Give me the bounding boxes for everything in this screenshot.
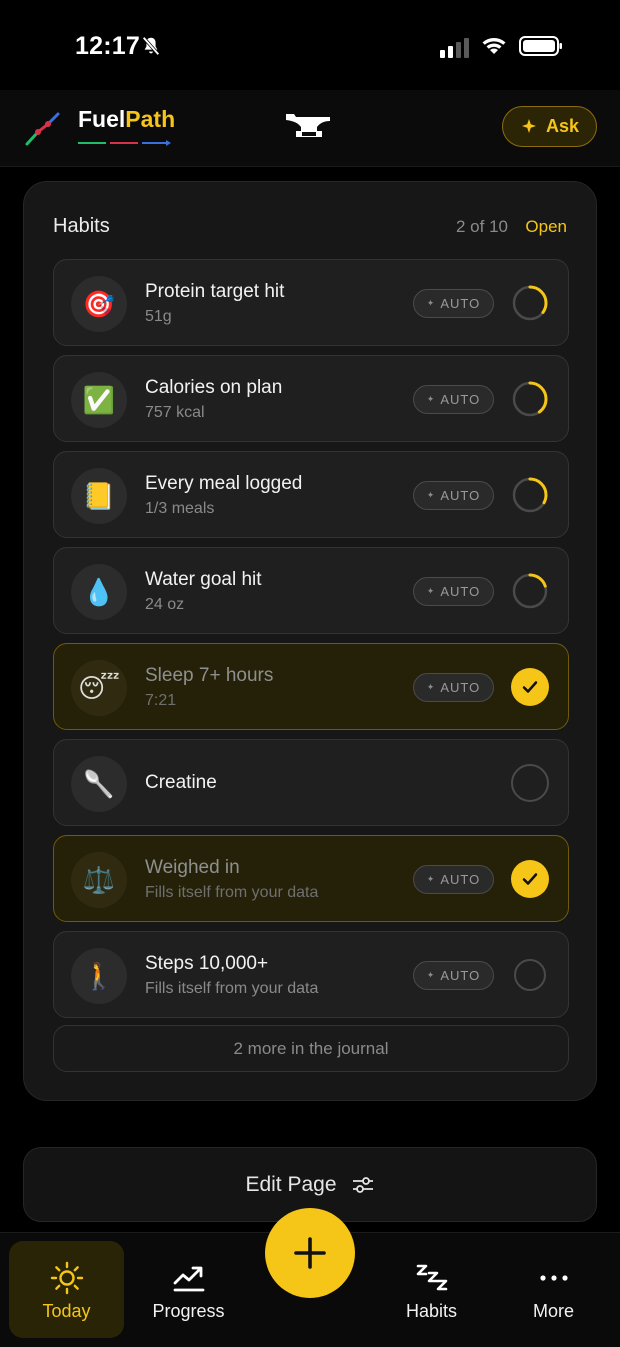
- habit-name: Creatine: [145, 772, 217, 793]
- zzz-icon: [416, 1264, 447, 1291]
- scales-icon: ⚖️: [71, 852, 127, 908]
- brand-name: FuelPath: [78, 106, 176, 132]
- progress-ring[interactable]: [511, 572, 549, 610]
- habit-name: Calories on plan: [145, 377, 283, 398]
- tab-label: Progress: [152, 1301, 225, 1321]
- habit-row-sleep[interactable]: 😴 Sleep 7+ hours 7:21 ✦ AUTO: [53, 643, 569, 730]
- habit-value: 1/3 meals: [145, 500, 215, 517]
- status-time: 12:17: [75, 32, 140, 60]
- app-header: FuelPath Ask: [0, 90, 620, 167]
- habit-row-calories[interactable]: ✅ Calories on plan 757 kcal ✦ AUTO: [53, 355, 569, 442]
- tab-today[interactable]: Today: [9, 1241, 124, 1338]
- ask-button[interactable]: Ask: [502, 106, 597, 147]
- tab-label: More: [532, 1301, 574, 1321]
- habit-value: 51g: [145, 308, 172, 325]
- walking-person-icon: 🚶: [71, 948, 127, 1004]
- incomplete-check-button[interactable]: [511, 764, 549, 802]
- sleeping-face-icon: 😴: [71, 660, 127, 716]
- habit-row-creatine[interactable]: 🥄 Creatine: [53, 739, 569, 826]
- check-mark-icon: ✅: [71, 372, 127, 428]
- trend-up-icon: [173, 1266, 204, 1292]
- habit-name: Steps 10,000+: [145, 953, 269, 974]
- completed-check-button[interactable]: [511, 668, 549, 706]
- habits-card: Habits 2 of 10 Open 🎯 Protein target hit…: [23, 181, 597, 1101]
- checkmark-icon: [522, 681, 538, 693]
- tab-habits[interactable]: Habits: [374, 1241, 489, 1338]
- auto-badge: ✦ AUTO: [413, 481, 494, 510]
- habit-row-steps[interactable]: 🚶 Steps 10,000+ Fills itself from your d…: [53, 931, 569, 1018]
- more-in-journal-button[interactable]: 2 more in the journal: [53, 1025, 569, 1072]
- progress-ring[interactable]: [511, 284, 549, 322]
- auto-badge: ✦ AUTO: [413, 577, 494, 606]
- incomplete-check-button[interactable]: [514, 959, 546, 991]
- battery-icon: [519, 36, 562, 56]
- target-icon: 🎯: [71, 276, 127, 332]
- habit-row-meals[interactable]: 📒 Every meal logged 1/3 meals ✦ AUTO: [53, 451, 569, 538]
- spoon-icon: 🥄: [71, 756, 127, 812]
- sliders-icon: [352, 1176, 373, 1193]
- notebook-icon: 📒: [71, 468, 127, 524]
- plus-icon: [294, 1237, 326, 1269]
- habit-name: Sleep 7+ hours: [145, 665, 274, 686]
- checkmark-icon: [522, 873, 538, 885]
- completed-check-button[interactable]: [511, 860, 549, 898]
- habit-value: Fills itself from your data: [145, 884, 319, 901]
- more-dots-icon: [539, 1275, 568, 1281]
- auto-badge: ✦ AUTO: [413, 673, 494, 702]
- habit-value: 757 kcal: [145, 404, 205, 421]
- sun-icon: [50, 1261, 83, 1295]
- auto-badge: ✦ AUTO: [413, 385, 494, 414]
- anvil-icon: [286, 114, 330, 137]
- habit-row-water[interactable]: 💧 Water goal hit 24 oz ✦ AUTO: [53, 547, 569, 634]
- wifi-icon: [482, 38, 506, 54]
- habit-row-protein[interactable]: 🎯 Protein target hit 51g ✦ AUTO: [53, 259, 569, 346]
- brand-underline-icon: [78, 140, 171, 146]
- habit-row-weighed[interactable]: ⚖️ Weighed in Fills itself from your dat…: [53, 835, 569, 922]
- habit-name: Water goal hit: [145, 569, 262, 590]
- habits-count: 2 of 10: [456, 217, 508, 236]
- tab-label: Habits: [405, 1301, 458, 1321]
- sparkle-icon: [521, 118, 536, 133]
- auto-badge: ✦ AUTO: [413, 289, 494, 318]
- progress-ring[interactable]: [511, 380, 549, 418]
- auto-badge: ✦ AUTO: [413, 865, 494, 894]
- habit-name: Weighed in: [145, 857, 240, 878]
- habits-open-link[interactable]: Open: [525, 217, 567, 237]
- water-drop-icon: 💧: [71, 564, 127, 620]
- add-button[interactable]: [265, 1208, 355, 1298]
- habits-title: Habits: [53, 215, 110, 237]
- auto-badge: ✦ AUTO: [413, 961, 494, 990]
- habit-value: Fills itself from your data: [145, 980, 319, 997]
- progress-ring[interactable]: [511, 476, 549, 514]
- tab-progress[interactable]: Progress: [131, 1241, 246, 1338]
- status-bar: 12:17: [0, 0, 620, 90]
- habit-name: Every meal logged: [145, 473, 303, 494]
- habit-name: Protein target hit: [145, 281, 285, 302]
- fuelpath-logo-icon: [25, 112, 60, 146]
- cell-signal-icon: [440, 38, 472, 58]
- tab-more[interactable]: More: [496, 1241, 611, 1338]
- bell-muted-icon: [142, 36, 160, 56]
- habit-value: 7:21: [145, 692, 177, 709]
- tab-label: Today: [42, 1301, 91, 1321]
- habit-value: 24 oz: [145, 596, 185, 613]
